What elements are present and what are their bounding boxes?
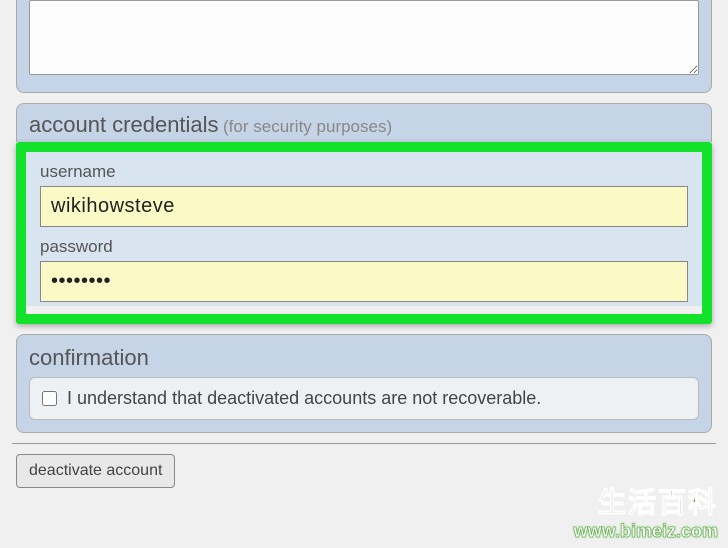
confirmation-text: I understand that deactivated accounts a…: [67, 388, 541, 409]
deactivate-button[interactable]: deactivate account: [16, 454, 175, 488]
confirmation-box: I understand that deactivated accounts a…: [29, 377, 699, 420]
credentials-header: account credentials (for security purpos…: [16, 103, 712, 142]
divider: [12, 443, 716, 444]
watermark: 生活百科 www.bimeiz.com: [574, 481, 718, 542]
confirmation-panel: confirmation I understand that deactivat…: [16, 334, 712, 433]
username-input[interactable]: [40, 186, 688, 227]
reason-textarea[interactable]: [29, 0, 699, 75]
credentials-highlight: username password: [16, 142, 712, 324]
username-label: username: [40, 162, 688, 182]
credentials-subtitle: (for security purposes): [223, 117, 392, 136]
confirmation-title: confirmation: [29, 345, 699, 371]
watermark-url: www.bimeiz.com: [574, 521, 718, 542]
password-label: password: [40, 237, 688, 257]
confirmation-checkbox[interactable]: [42, 391, 57, 406]
credentials-body: username password: [26, 152, 702, 306]
watermark-brand: 生活百科: [574, 481, 718, 521]
credentials-title: account credentials: [29, 112, 219, 137]
password-input[interactable]: [40, 261, 688, 302]
top-panel: [16, 0, 712, 93]
